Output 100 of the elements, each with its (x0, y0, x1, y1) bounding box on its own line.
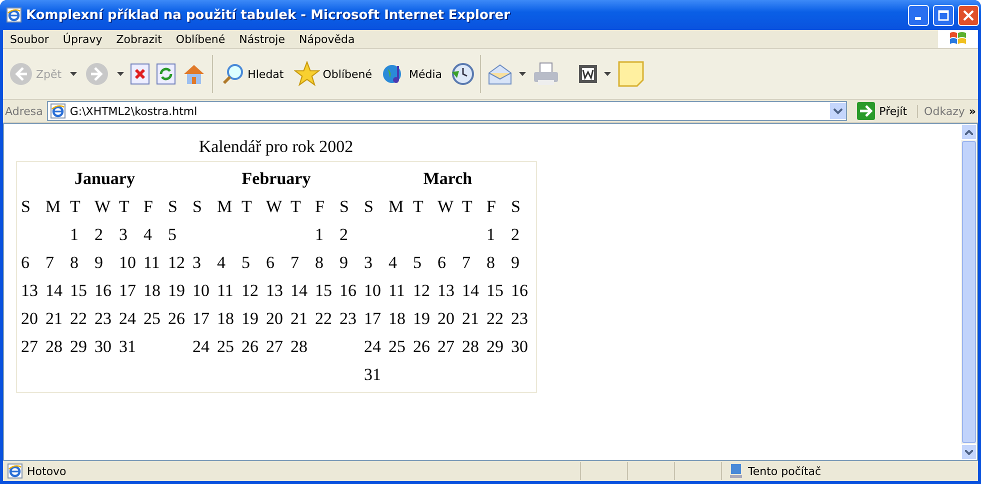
menu-item[interactable]: Zobrazit (109, 32, 169, 46)
day-cell-text: 5 (167, 225, 178, 245)
day-cell-text: 27 (20, 337, 39, 357)
day-cell-text: 7 (44, 253, 55, 273)
page-icon (50, 103, 66, 119)
day-cell-text: 11 (216, 281, 234, 301)
word-icon[interactable] (578, 64, 598, 84)
weekday-label: M (216, 197, 234, 217)
menu-item[interactable]: Úpravy (56, 32, 110, 46)
address-label: Adresa (5, 104, 43, 118)
weekday-label: S (363, 197, 374, 217)
weekday-label: T (461, 197, 474, 217)
weekday-label: W (265, 197, 284, 217)
day-cell-text: 9 (338, 253, 349, 273)
windows-flag-icon (949, 31, 967, 47)
caret-icon[interactable] (70, 72, 77, 76)
day-cell-text: 2 (510, 225, 520, 245)
caret-icon[interactable] (519, 72, 526, 76)
search-button[interactable]: Hledat (218, 60, 286, 88)
day-cell-text: 13 (436, 281, 456, 301)
status-text: Hotovo (27, 464, 66, 478)
weekday-label: T (290, 197, 302, 217)
day-cell-text: 25 (388, 337, 406, 357)
menu-item[interactable]: Nástroje (232, 32, 292, 46)
printer-icon[interactable] (532, 61, 560, 87)
day-cell-text: 12 (240, 281, 260, 301)
day-cell-text: 1 (486, 225, 496, 245)
stop-icon[interactable] (130, 63, 150, 85)
menu-item[interactable]: Soubor (3, 32, 56, 46)
star-icon[interactable] (294, 61, 320, 87)
more-chevron[interactable]: » (968, 104, 976, 118)
weekday-label: F (486, 197, 497, 217)
favorites-button[interactable]: Oblíbené (292, 59, 374, 89)
links-label[interactable]: Odkazy (917, 104, 965, 118)
day-cell-text: 27 (265, 337, 284, 357)
day-cell-text: 24 (192, 337, 210, 357)
weekday-label: T (240, 197, 253, 217)
close-icon[interactable] (963, 10, 974, 20)
day-cell-text: 20 (265, 309, 284, 329)
maximize-icon[interactable] (938, 10, 949, 20)
refresh-icon[interactable] (156, 63, 176, 85)
weekday-label: S (338, 197, 350, 217)
home-icon[interactable] (182, 62, 206, 86)
day-cell-text: 7 (461, 253, 472, 273)
day-cell-text: 17 (118, 281, 137, 301)
go-button[interactable]: Přejít (851, 102, 914, 120)
day-cell-text: 18 (216, 309, 235, 329)
day-cell-text: 11 (388, 281, 406, 301)
day-cell-text: 22 (486, 309, 504, 329)
day-cell-text: 26 (412, 337, 431, 357)
menu-item[interactable]: Nápověda (292, 32, 362, 46)
day-cell-text: 16 (94, 281, 112, 301)
day-cell-text: 9 (510, 253, 520, 273)
day-cell-text: 3 (192, 253, 202, 273)
day-cell-text: 25 (142, 309, 162, 329)
media-button[interactable]: Média (380, 60, 444, 88)
address-field[interactable]: G:\XHTML2\kostra.html (46, 101, 848, 121)
history-icon[interactable] (450, 62, 474, 86)
day-cell-text: 22 (69, 309, 88, 329)
minimize-button[interactable] (908, 4, 929, 26)
day-cell-text: 17 (192, 309, 210, 329)
mail-icon[interactable] (487, 63, 514, 85)
day-cell-text: 30 (94, 337, 112, 357)
day-cell-text: 8 (69, 253, 80, 273)
day-cell-text: 25 (216, 337, 235, 357)
day-cell-text: 4 (388, 253, 398, 273)
day-cell-text: 8 (314, 253, 324, 273)
day-cell-text: 12 (412, 281, 431, 301)
search-icon[interactable] (220, 62, 245, 86)
day-cell-text: 14 (290, 281, 308, 301)
maximize-button[interactable] (933, 4, 954, 26)
caret-icon[interactable] (604, 72, 612, 76)
menu-item[interactable]: Oblíbené (168, 32, 232, 46)
day-cell-text: 31 (118, 337, 137, 357)
dropdown-icon[interactable] (830, 103, 846, 119)
caret-icon[interactable] (116, 72, 124, 76)
scroll-up-button[interactable] (961, 124, 977, 140)
day-cell-text: 28 (461, 337, 480, 357)
day-cell-text: 20 (436, 309, 456, 329)
day-cell-text: 6 (20, 253, 30, 273)
day-cell-text: 10 (363, 281, 382, 301)
day-cell-text: 19 (240, 309, 260, 329)
scroll-down-button[interactable] (961, 444, 977, 460)
day-cell-text: 6 (265, 253, 276, 273)
weekday-label: W (436, 197, 455, 217)
weekday-label: T (412, 197, 424, 217)
day-cell-text: 5 (412, 253, 422, 273)
calendar-caption: Kalendář pro rok 2002 (198, 136, 354, 158)
go-arrow-icon[interactable] (857, 102, 876, 120)
day-cell-text: 13 (20, 281, 39, 301)
day-cell-text: 16 (338, 281, 358, 301)
day-cell-text: 16 (510, 281, 529, 301)
day-cell-text: 31 (363, 365, 382, 385)
close-button[interactable] (958, 4, 979, 26)
day-cell-text: 28 (44, 337, 64, 357)
day-cell-text: 4 (216, 253, 226, 273)
day-cell-text: 3 (363, 253, 374, 273)
day-cell-text: 27 (436, 337, 456, 357)
scrollbar-thumb[interactable] (962, 141, 976, 443)
day-cell-text: 28 (290, 337, 308, 357)
